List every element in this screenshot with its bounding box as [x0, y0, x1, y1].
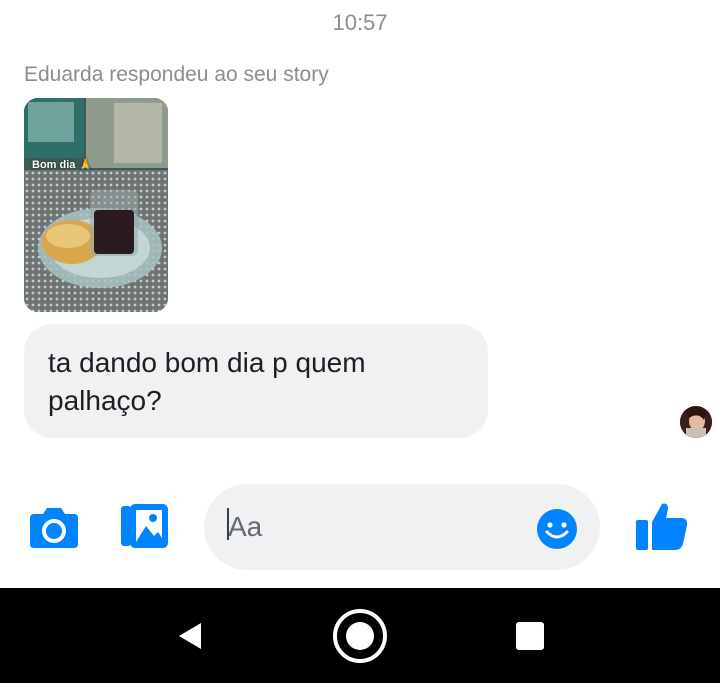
- read-receipt-avatar: [680, 406, 712, 438]
- camera-icon: [30, 508, 78, 548]
- message-input-wrapper[interactable]: [204, 484, 600, 570]
- avatar-icon: [680, 406, 712, 438]
- gallery-button[interactable]: [120, 502, 170, 550]
- story-reply-label: Eduarda respondeu ao seu story: [24, 63, 329, 86]
- story-thumbnail[interactable]: Bom dia 🙏: [24, 98, 168, 312]
- nav-back-button[interactable]: [160, 588, 220, 683]
- recent-apps-icon: [516, 621, 544, 650]
- message-input[interactable]: [228, 506, 528, 548]
- text-caret: [227, 508, 229, 540]
- message-text: ta dando bom dia p quem palhaço?: [48, 347, 366, 416]
- gallery-icon: [121, 504, 168, 548]
- nav-recent-apps-button[interactable]: [500, 588, 560, 683]
- chat-thread: 10:57 Eduarda respondeu ao seu story Bom…: [0, 0, 720, 588]
- emoji-icon: [537, 509, 577, 549]
- home-icon: [333, 608, 387, 663]
- nav-home-button[interactable]: [324, 588, 396, 683]
- story-image: [24, 98, 168, 312]
- like-button[interactable]: [634, 500, 690, 552]
- message-timestamp: 10:57: [332, 10, 388, 35]
- message-composer: [0, 478, 720, 578]
- back-icon: [179, 622, 201, 649]
- message-bubble[interactable]: ta dando bom dia p quem palhaço?: [24, 324, 488, 438]
- story-caption: Bom dia 🙏: [32, 159, 93, 171]
- camera-button[interactable]: [28, 504, 80, 550]
- emoji-button[interactable]: [536, 508, 578, 550]
- android-navigation-bar: [0, 588, 720, 683]
- thumbs-up-icon: [636, 503, 688, 550]
